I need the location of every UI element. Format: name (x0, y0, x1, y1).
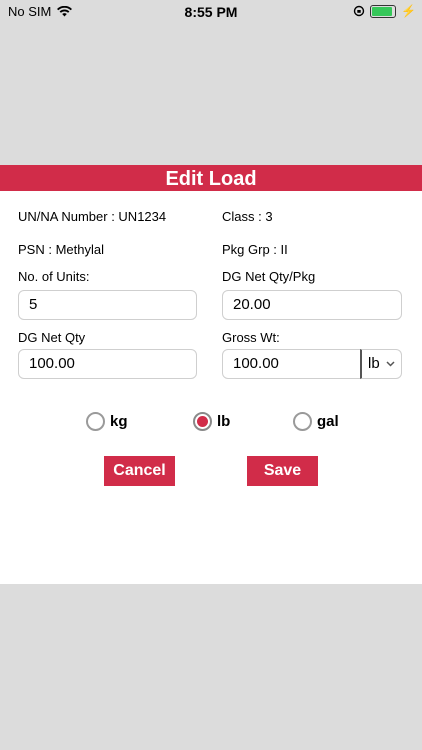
radio-lb[interactable]: lb (193, 412, 230, 431)
gross-wt-unit-select[interactable]: lb (360, 349, 402, 379)
pkg-grp-text: Pkg Grp : II (222, 242, 288, 257)
status-bar: No SIM 8:55 PM ⚡ (0, 0, 422, 22)
charging-icon: ⚡ (401, 4, 416, 18)
status-right: ⚡ (353, 4, 416, 18)
units-input[interactable]: 5 (18, 290, 197, 320)
un-number-text: UN/NA Number : UN1234 (18, 209, 167, 224)
class-text: Class : 3 (222, 209, 273, 224)
units-label: No. of Units: (18, 269, 90, 284)
gross-wt-unit-value: lb (368, 355, 380, 372)
dg-net-qty-label: DG Net Qty (18, 330, 86, 345)
orientation-lock-icon (353, 5, 365, 17)
dialog-title: Edit Load (0, 165, 422, 191)
gross-wt-input[interactable]: 100.00 (222, 349, 362, 379)
radio-kg[interactable]: kg (86, 412, 128, 431)
edit-load-dialog: UN/NA Number : UN1234 Class : 3 PSN : Me… (0, 191, 422, 584)
radio-kg-label: kg (110, 413, 128, 430)
dg-net-qty-pkg-label: DG Net Qty/Pkg (222, 269, 316, 284)
battery-icon (370, 4, 397, 18)
gross-wt-label: Gross Wt: (222, 330, 280, 345)
radio-kg-circle[interactable] (86, 412, 105, 431)
radio-lb-circle[interactable] (193, 412, 212, 431)
dg-net-qty-input[interactable]: 100.00 (18, 349, 197, 379)
dg-net-qty-pkg-input[interactable]: 20.00 (222, 290, 402, 320)
save-button[interactable]: Save (247, 456, 318, 486)
cancel-button[interactable]: Cancel (104, 456, 175, 486)
chevron-down-icon (386, 361, 395, 367)
battery-fill (372, 6, 393, 16)
radio-gal[interactable]: gal (293, 412, 339, 431)
radio-gal-circle[interactable] (293, 412, 312, 431)
radio-lb-label: lb (217, 413, 231, 430)
psn-text: PSN : Methylal (18, 242, 104, 257)
radio-gal-label: gal (317, 413, 339, 430)
